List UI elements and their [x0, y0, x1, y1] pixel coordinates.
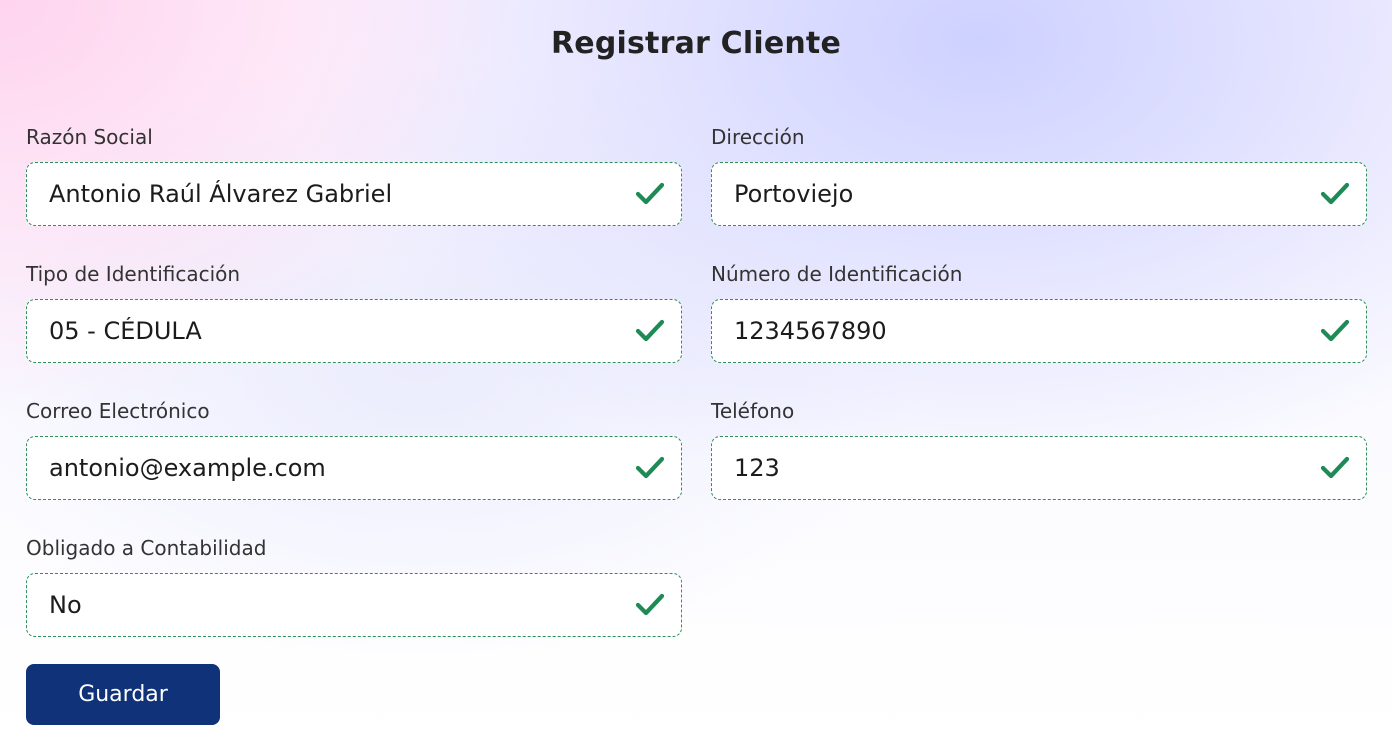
telefono-input-wrap: [711, 436, 1367, 500]
check-icon: [635, 593, 665, 616]
tipo-identificacion-input-wrap: [26, 299, 682, 363]
check-icon: [635, 182, 665, 205]
obligado-contabilidad-select[interactable]: [27, 574, 617, 636]
page-title: Registrar Cliente: [550, 26, 842, 61]
check-icon: [1320, 182, 1350, 205]
direccion-label: Dirección: [711, 125, 805, 149]
obligado-contabilidad-input-wrap: [26, 573, 682, 637]
correo-label: Correo Electrónico: [26, 399, 210, 423]
numero-identificacion-input-wrap: [711, 299, 1367, 363]
check-icon: [635, 319, 665, 342]
direccion-field: Dirección: [711, 124, 1369, 226]
correo-field: Correo Electrónico: [26, 398, 684, 500]
telefono-field: Teléfono: [711, 398, 1369, 500]
razon-social-label: Razón Social: [26, 125, 153, 149]
check-icon: [1320, 319, 1350, 342]
direccion-input[interactable]: [712, 163, 1302, 225]
email-field[interactable]: [27, 437, 617, 499]
tipo-identificacion-select[interactable]: [27, 300, 617, 362]
save-button[interactable]: Guardar: [26, 664, 220, 725]
numero-identificacion-label: Número de Identificación: [711, 262, 963, 286]
razon-social-field: Razón Social: [26, 124, 684, 226]
obligado-contabilidad-field: Obligado a Contabilidad: [26, 535, 684, 637]
register-client-form: Registrar Cliente Razón Social Dirección…: [0, 0, 1392, 746]
razon-social-input-wrap: [26, 162, 682, 226]
correo-input-wrap: [26, 436, 682, 500]
check-icon: [1320, 456, 1350, 479]
direccion-input-wrap: [711, 162, 1367, 226]
obligado-contabilidad-label: Obligado a Contabilidad: [26, 536, 267, 560]
check-icon: [635, 456, 665, 479]
numero-identificacion-field: Número de Identificación: [711, 261, 1369, 363]
tipo-identificacion-field: Tipo de Identificación: [26, 261, 684, 363]
numero-identificacion-input[interactable]: [712, 300, 1302, 362]
telefono-label: Teléfono: [711, 399, 795, 423]
telefono-input[interactable]: [712, 437, 1302, 499]
razon-social-input[interactable]: [27, 163, 617, 225]
tipo-identificacion-label: Tipo de Identificación: [26, 262, 241, 286]
